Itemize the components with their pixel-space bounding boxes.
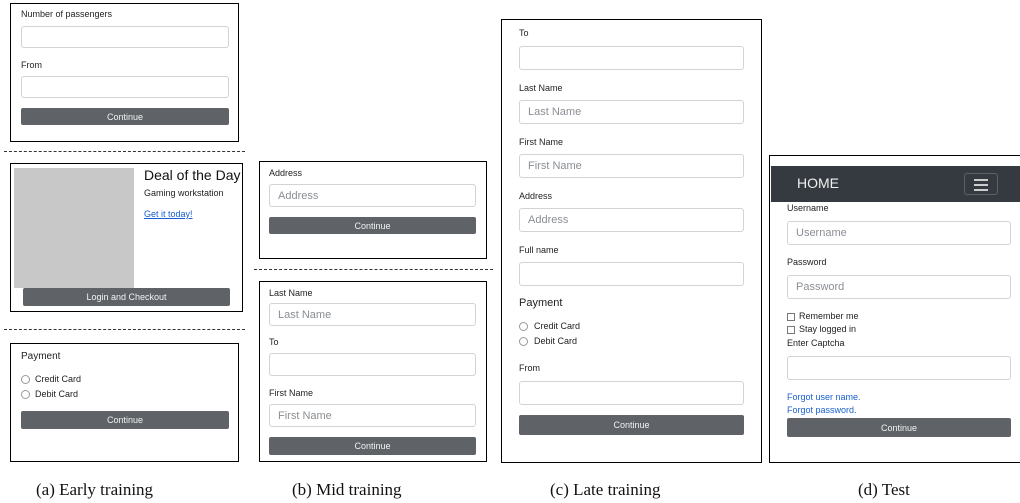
address-label: Address — [269, 168, 303, 178]
debit-card-radio[interactable] — [21, 390, 30, 399]
payment-label: Payment — [519, 297, 563, 309]
first-name-label: First Name — [519, 137, 564, 147]
to-label: To — [269, 337, 279, 347]
from-label: From — [519, 363, 540, 373]
login-checkout-button[interactable]: Login and Checkout — [23, 288, 230, 306]
caption-a: (a) Early training — [36, 480, 154, 499]
caption-b: (b) Mid training — [292, 480, 402, 499]
from-label: From — [21, 60, 42, 70]
credit-card-radio[interactable] — [519, 322, 528, 331]
username-label: Username — [787, 203, 829, 213]
debit-card-radio[interactable] — [519, 337, 528, 346]
forgot-password-link[interactable]: Forgot password. — [787, 405, 857, 415]
credit-card-label: Credit Card — [534, 321, 581, 331]
address-input[interactable]: Address — [269, 184, 476, 207]
caption-c: (c) Late training — [550, 480, 661, 499]
full-name-input[interactable] — [519, 262, 744, 286]
divider — [254, 269, 493, 270]
forgot-username-link[interactable]: Forgot user name. — [787, 392, 861, 402]
credit-card-label: Credit Card — [35, 374, 82, 384]
to-input[interactable] — [269, 353, 476, 376]
full-name-label: Full name — [519, 245, 559, 255]
captcha-label: Enter Captcha — [787, 338, 845, 348]
continue-button[interactable]: Continue — [787, 418, 1011, 437]
last-name-label: Last Name — [269, 288, 313, 298]
password-label: Password — [787, 257, 827, 267]
address-input[interactable]: Address — [519, 208, 744, 232]
nav-home[interactable]: HOME — [797, 175, 839, 191]
stay-logged-in-checkbox[interactable] — [787, 326, 795, 334]
last-name-input[interactable]: Last Name — [519, 100, 744, 124]
first-name-input[interactable]: First Name — [269, 404, 476, 427]
first-name-label: First Name — [269, 388, 314, 398]
username-input[interactable]: Username — [787, 221, 1011, 245]
to-input[interactable] — [519, 46, 744, 70]
continue-button[interactable]: Continue — [21, 108, 229, 125]
from-input[interactable] — [21, 76, 229, 98]
continue-button[interactable]: Continue — [269, 437, 476, 455]
from-input[interactable] — [519, 381, 744, 405]
hamburger-menu-icon[interactable] — [964, 173, 998, 195]
passengers-label: Number of passengers — [21, 9, 113, 19]
address-label: Address — [519, 191, 553, 201]
continue-button[interactable]: Continue — [519, 415, 744, 435]
remember-me-label: Remember me — [799, 311, 859, 321]
debit-card-label: Debit Card — [534, 336, 578, 346]
image-placeholder — [14, 168, 134, 288]
password-input[interactable]: Password — [787, 275, 1011, 299]
continue-button[interactable]: Continue — [269, 217, 476, 234]
last-name-label: Last Name — [519, 83, 563, 93]
stay-logged-in-label: Stay logged in — [799, 324, 857, 334]
deal-title: Deal of the Day — [144, 167, 241, 183]
continue-button[interactable]: Continue — [21, 411, 229, 429]
caption-d: (d) Test — [858, 480, 910, 499]
debit-card-label: Debit Card — [35, 389, 79, 399]
to-label: To — [519, 28, 529, 38]
passengers-input[interactable] — [21, 26, 229, 48]
captcha-input[interactable] — [787, 356, 1011, 380]
remember-me-checkbox[interactable] — [787, 313, 795, 321]
get-it-link[interactable]: Get it today! — [144, 209, 193, 219]
deal-subtitle: Gaming workstation — [144, 188, 224, 198]
first-name-input[interactable]: First Name — [519, 154, 744, 178]
credit-card-radio[interactable] — [21, 375, 30, 384]
last-name-input[interactable]: Last Name — [269, 303, 476, 326]
divider — [4, 329, 245, 330]
payment-label: Payment — [21, 351, 61, 362]
divider — [4, 151, 245, 152]
